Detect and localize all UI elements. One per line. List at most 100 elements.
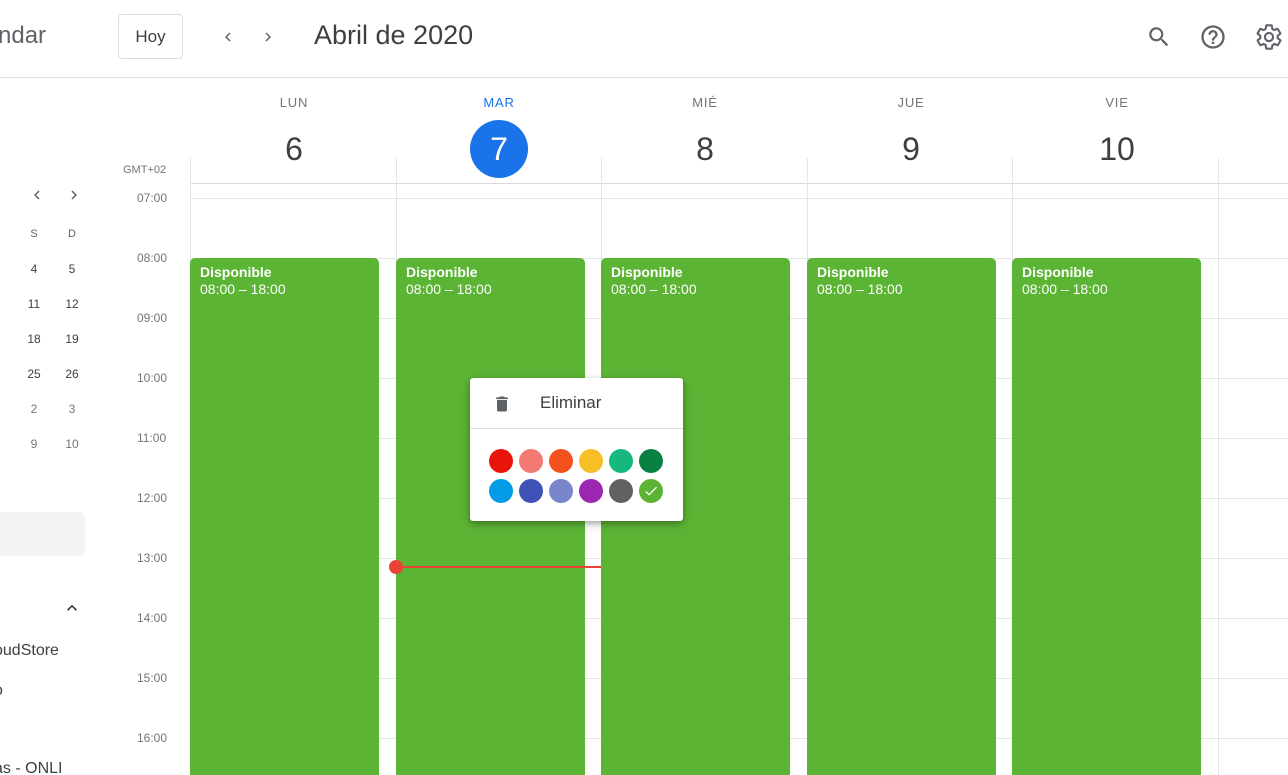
mini-calendar-prev-button[interactable] bbox=[22, 180, 52, 210]
hour-line bbox=[190, 198, 1288, 199]
mini-calendar-day[interactable]: 19 bbox=[57, 332, 87, 346]
event-title: Disponible bbox=[200, 264, 272, 280]
time-label: 15:00 bbox=[137, 671, 168, 685]
mini-calendar-day[interactable]: 11 bbox=[19, 297, 49, 311]
color-swatch-calendar-color[interactable] bbox=[639, 479, 663, 503]
help-icon bbox=[1201, 25, 1225, 49]
my-calendars-collapse-button[interactable] bbox=[58, 594, 86, 622]
color-swatch-peacock[interactable] bbox=[489, 479, 513, 503]
mini-calendar-day[interactable]: 4 bbox=[0, 367, 4, 381]
event-time: 08:00 – 18:00 bbox=[817, 281, 903, 297]
color-swatch-graphite[interactable] bbox=[609, 479, 633, 503]
mini-calendar-day[interactable]: 3 bbox=[57, 402, 87, 416]
mini-calendar-day[interactable]: 12 bbox=[57, 297, 87, 311]
color-swatch-banana[interactable] bbox=[579, 449, 603, 473]
mini-calendar-day[interactable]: 10 bbox=[57, 437, 87, 451]
mini-calendar-day[interactable]: 18 bbox=[19, 332, 49, 346]
time-label: 14:00 bbox=[137, 611, 168, 625]
color-swatch-basil[interactable] bbox=[639, 449, 663, 473]
app-title: ndar bbox=[0, 22, 47, 49]
event-title: Disponible bbox=[611, 264, 683, 280]
event-block-mon[interactable]: Disponible 08:00 – 18:00 bbox=[190, 258, 379, 775]
time-label: 16:00 bbox=[137, 731, 168, 745]
day-number[interactable]: 9 bbox=[882, 120, 940, 178]
day-header-tue-today[interactable]: MAR 7 bbox=[396, 95, 602, 178]
current-time-line bbox=[396, 566, 601, 568]
header-divider bbox=[190, 183, 1288, 184]
help-button[interactable] bbox=[1196, 20, 1230, 54]
color-swatch-flamingo[interactable] bbox=[519, 449, 543, 473]
next-week-button[interactable] bbox=[251, 20, 285, 54]
day-of-week-label: LUN bbox=[279, 95, 309, 110]
search-button[interactable] bbox=[1142, 20, 1176, 54]
mini-calendar-next-button[interactable] bbox=[59, 180, 89, 210]
event-title: Disponible bbox=[1022, 264, 1094, 280]
search-icon bbox=[1149, 27, 1169, 47]
calendar-list-item[interactable]: as - ONLI bbox=[0, 760, 62, 775]
color-swatch-blueberry[interactable] bbox=[519, 479, 543, 503]
calendar-app: ndar Hoy Abril de 2020 S D 0 7 4 4 5 11 … bbox=[0, 0, 1288, 775]
time-label: 13:00 bbox=[137, 551, 168, 565]
chevron-left-icon bbox=[34, 190, 40, 200]
gear-icon bbox=[1256, 24, 1282, 50]
trash-icon bbox=[490, 392, 514, 416]
mini-calendar-day[interactable]: 0 bbox=[0, 297, 4, 311]
event-title: Disponible bbox=[406, 264, 478, 280]
time-label: 11:00 bbox=[137, 431, 167, 445]
delete-menu-item[interactable]: Eliminar bbox=[470, 378, 683, 428]
time-label: 09:00 bbox=[137, 311, 168, 325]
chevron-left-icon bbox=[225, 32, 231, 42]
color-swatch-grape[interactable] bbox=[579, 479, 603, 503]
day-header-thu[interactable]: JUE 9 bbox=[808, 95, 1014, 178]
event-time: 08:00 – 18:00 bbox=[611, 281, 697, 297]
menu-divider bbox=[470, 428, 683, 429]
mini-calendar-day[interactable]: 26 bbox=[57, 367, 87, 381]
mini-calendar-day[interactable]: 4 bbox=[19, 262, 49, 276]
day-of-week-label: MIÉ bbox=[692, 95, 718, 110]
day-number[interactable]: 8 bbox=[676, 120, 734, 178]
mini-calendar-day[interactable]: 7 bbox=[0, 332, 4, 346]
day-number[interactable]: 10 bbox=[1088, 120, 1146, 178]
time-label: 10:00 bbox=[137, 371, 168, 385]
delete-label: Eliminar bbox=[540, 393, 602, 412]
previous-week-button[interactable] bbox=[211, 20, 245, 54]
mini-calendar-day[interactable]: 5 bbox=[57, 262, 87, 276]
chevron-right-icon bbox=[71, 190, 77, 200]
event-time: 08:00 – 18:00 bbox=[200, 281, 286, 297]
color-swatch-tomato[interactable] bbox=[489, 449, 513, 473]
event-block-thu[interactable]: Disponible 08:00 – 18:00 bbox=[807, 258, 996, 775]
mini-calendar-day[interactable]: 25 bbox=[19, 367, 49, 381]
today-button[interactable]: Hoy bbox=[118, 14, 183, 59]
day-header-fri[interactable]: VIE 10 bbox=[1014, 95, 1220, 178]
settings-button[interactable] bbox=[1252, 20, 1286, 54]
current-period-title: Abril de 2020 bbox=[314, 20, 474, 50]
event-time: 08:00 – 18:00 bbox=[1022, 281, 1108, 297]
search-people-field[interactable] bbox=[0, 512, 85, 556]
event-block-fri[interactable]: Disponible 08:00 – 18:00 bbox=[1012, 258, 1201, 775]
day-number[interactable]: 6 bbox=[265, 120, 323, 178]
mini-calendar-day[interactable]: 9 bbox=[19, 437, 49, 451]
color-swatch-lavender[interactable] bbox=[549, 479, 573, 503]
color-swatch-tangerine[interactable] bbox=[549, 449, 573, 473]
day-header-wed[interactable]: MIÉ 8 bbox=[602, 95, 808, 178]
calendar-list-item[interactable]: oudStore bbox=[0, 642, 59, 660]
color-swatch-sage[interactable] bbox=[609, 449, 633, 473]
day-number[interactable]: 7 bbox=[470, 120, 528, 178]
event-time: 08:00 – 18:00 bbox=[406, 281, 492, 297]
event-title: Disponible bbox=[817, 264, 889, 280]
time-label: 07:00 bbox=[137, 191, 168, 205]
timezone-label: GMT+02 bbox=[123, 164, 167, 176]
time-label: 08:00 bbox=[137, 251, 168, 265]
time-label: 12:00 bbox=[137, 491, 168, 505]
event-context-menu: Eliminar bbox=[470, 378, 683, 521]
mini-calendar-day[interactable]: 2 bbox=[19, 402, 49, 416]
day-column-divider bbox=[1218, 158, 1219, 775]
day-header-mon[interactable]: LUN 6 bbox=[191, 95, 397, 178]
chevron-right-icon bbox=[265, 32, 271, 42]
day-of-week-label: JUE bbox=[897, 95, 925, 110]
current-time-dot bbox=[389, 560, 403, 574]
calendar-list-item[interactable]: o bbox=[0, 682, 3, 700]
mini-calendar-weekday: D bbox=[68, 228, 76, 240]
day-of-week-label: MAR bbox=[483, 95, 515, 110]
check-icon bbox=[645, 486, 657, 496]
